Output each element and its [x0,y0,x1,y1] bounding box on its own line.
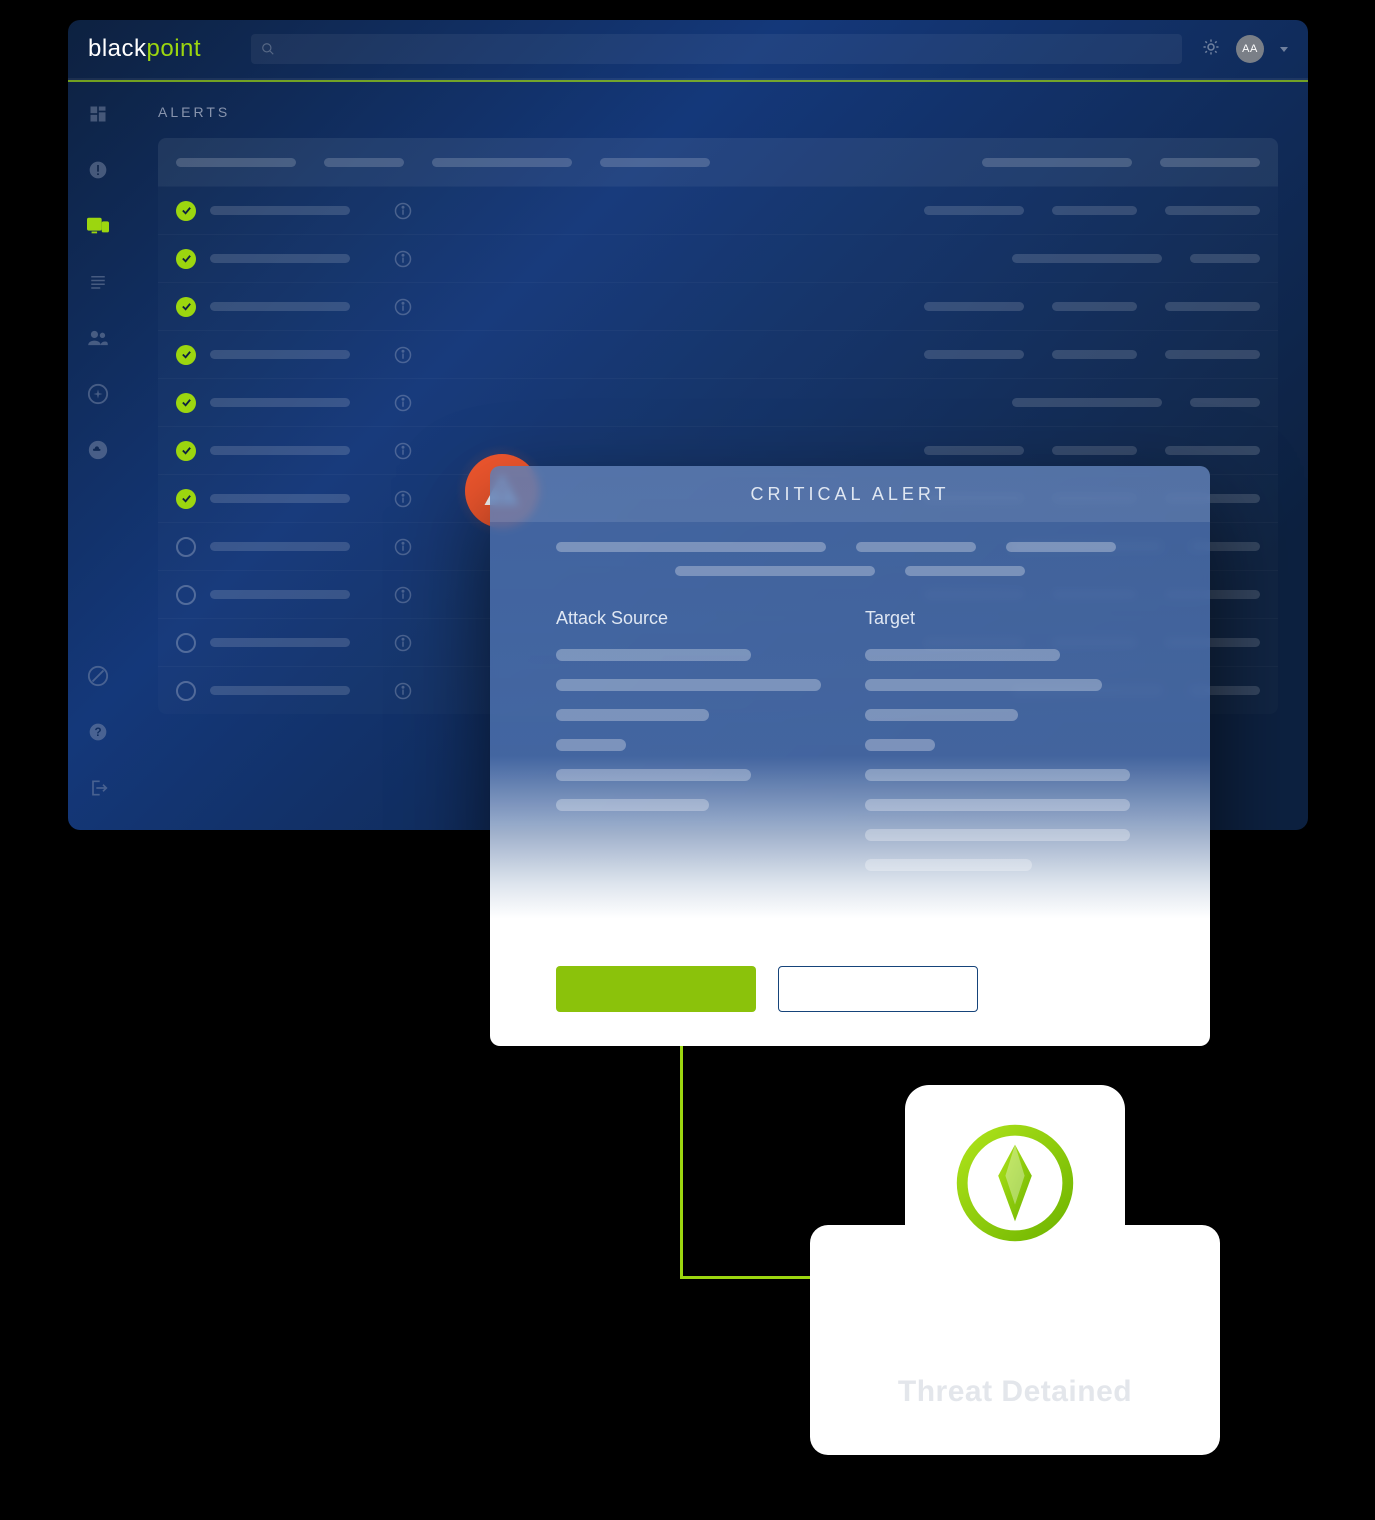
alert-summary-row [490,522,1210,552]
info-icon[interactable] [394,250,412,268]
info-icon[interactable] [394,586,412,604]
sidebar-dashboard-icon[interactable] [86,102,110,126]
status-empty-icon [176,681,196,701]
header-bar: blackpoint AA [68,20,1308,80]
brand-part1: black [88,35,147,62]
alert-secondary-button[interactable] [778,966,978,1012]
table-row[interactable] [158,234,1278,282]
alert-summary-row2 [490,552,1210,598]
col-placeholder [1160,158,1260,167]
alert-modal-title: CRITICAL ALERT [750,484,949,505]
sidebar-target-icon[interactable] [86,382,110,406]
sidebar-nav-icon[interactable] [86,664,110,688]
table-row[interactable] [158,186,1278,234]
shield-compass-icon [955,1123,1075,1248]
info-icon[interactable] [394,538,412,556]
sidebar-help-icon[interactable]: ? [86,720,110,744]
threat-detained-card: Threat Detained [810,1085,1220,1485]
info-icon[interactable] [394,634,412,652]
brightness-icon[interactable] [1202,38,1220,61]
flow-connector-vertical [680,1046,683,1276]
col-placeholder [176,158,296,167]
header-actions: AA [1202,35,1288,63]
search-input[interactable] [251,34,1182,64]
info-icon[interactable] [394,490,412,508]
info-icon[interactable] [394,442,412,460]
search-icon [261,42,275,56]
attack-source-label: Attack Source [556,608,835,629]
user-avatar[interactable]: AA [1236,35,1264,63]
flow-connector-horizontal [680,1276,830,1279]
sidebar-devices-icon[interactable] [86,214,110,238]
sidebar-alert-icon[interactable] [86,158,110,182]
user-menu-caret-icon[interactable] [1280,47,1288,52]
status-ok-icon [176,441,196,461]
brand-part2: point [147,35,202,62]
info-icon[interactable] [394,346,412,364]
table-header [158,138,1278,186]
alert-modal-header: CRITICAL ALERT [490,466,1210,522]
status-ok-icon [176,489,196,509]
accent-divider [68,80,1308,82]
status-ok-icon [176,249,196,269]
info-icon[interactable] [394,298,412,316]
critical-alert-modal: CRITICAL ALERT Attack Source Target [490,466,1210,1046]
col-placeholder [982,158,1132,167]
info-icon[interactable] [394,202,412,220]
status-ok-icon [176,297,196,317]
status-empty-icon [176,633,196,653]
sidebar-list-icon[interactable] [86,270,110,294]
table-row[interactable] [158,378,1278,426]
col-placeholder [432,158,572,167]
attack-source-column: Attack Source [556,608,835,889]
svg-text:?: ? [94,726,101,739]
status-empty-icon [176,537,196,557]
sidebar-users-icon[interactable] [86,326,110,350]
table-row[interactable] [158,330,1278,378]
target-label: Target [865,608,1144,629]
sidebar: ? [68,82,128,830]
sidebar-logout-icon[interactable] [86,776,110,800]
target-column: Target [865,608,1144,889]
alert-actions [556,966,978,1012]
page-title: ALERTS [158,104,1278,120]
sidebar-cloud-icon[interactable] [86,438,110,462]
status-empty-icon [176,585,196,605]
info-icon[interactable] [394,394,412,412]
status-ok-icon [176,201,196,221]
col-placeholder [600,158,710,167]
status-ok-icon [176,393,196,413]
alert-primary-button[interactable] [556,966,756,1012]
info-icon[interactable] [394,682,412,700]
detained-label: Threat Detained [898,1375,1132,1409]
status-ok-icon [176,345,196,365]
col-placeholder [324,158,404,167]
brand-logo: blackpoint [88,35,201,63]
table-row[interactable] [158,282,1278,330]
detained-icon-holder [905,1085,1125,1285]
